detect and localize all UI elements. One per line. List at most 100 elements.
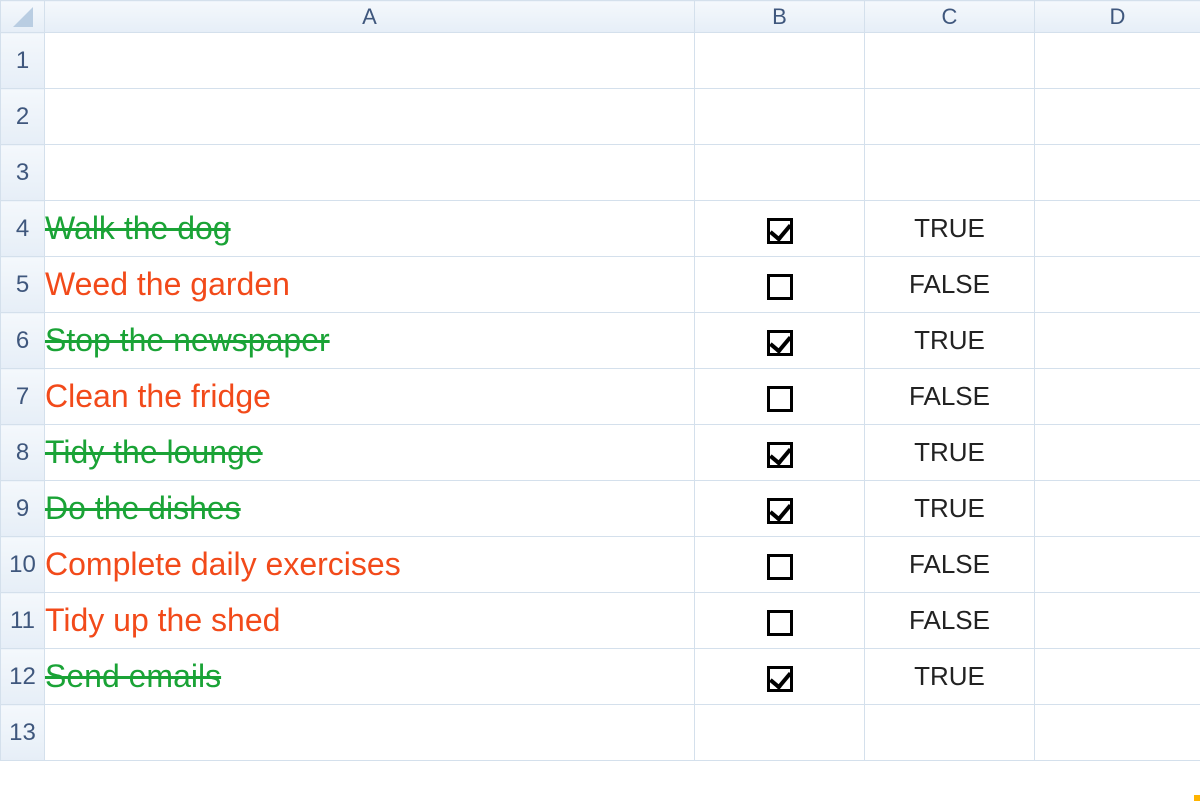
cell-D3[interactable]	[1035, 145, 1200, 201]
cell-A13[interactable]	[45, 705, 695, 761]
accent-corner	[1194, 795, 1200, 801]
cell-D2[interactable]	[1035, 89, 1200, 145]
linked-cell-value: FALSE	[909, 605, 990, 635]
cell-A4[interactable]: Walk the dog	[45, 201, 695, 257]
task-checkbox[interactable]	[767, 610, 793, 636]
cell-C4[interactable]: TRUE	[865, 201, 1035, 257]
cell-B12[interactable]	[695, 649, 865, 705]
task-checkbox[interactable]	[767, 498, 793, 524]
cell-A12[interactable]: Send emails	[45, 649, 695, 705]
task-checkbox[interactable]	[767, 386, 793, 412]
task-checkbox[interactable]	[767, 442, 793, 468]
task-checkbox[interactable]	[767, 666, 793, 692]
row-header-1[interactable]: 1	[1, 33, 45, 89]
cell-D6[interactable]	[1035, 313, 1200, 369]
cell-D11[interactable]	[1035, 593, 1200, 649]
cell-B8[interactable]	[695, 425, 865, 481]
cell-B10[interactable]	[695, 537, 865, 593]
row-2: 2	[1, 89, 1200, 145]
cell-A9[interactable]: Do the dishes	[45, 481, 695, 537]
spreadsheet-grid[interactable]: ABCD1234Walk the dogTRUE5Weed the garden…	[0, 0, 1200, 761]
cell-B1[interactable]	[695, 33, 865, 89]
row-header-4[interactable]: 4	[1, 201, 45, 257]
linked-cell-value: TRUE	[914, 437, 985, 467]
select-all-corner[interactable]	[1, 1, 45, 33]
task-text: Stop the newspaper	[45, 322, 330, 358]
cell-D8[interactable]	[1035, 425, 1200, 481]
cell-C5[interactable]: FALSE	[865, 257, 1035, 313]
cell-C9[interactable]: TRUE	[865, 481, 1035, 537]
cell-A1[interactable]	[45, 33, 695, 89]
task-checkbox[interactable]	[767, 554, 793, 580]
row-5: 5Weed the garden FALSE	[1, 257, 1200, 313]
cell-C3[interactable]	[865, 145, 1035, 201]
cell-D4[interactable]	[1035, 201, 1200, 257]
task-text: Do the dishes	[45, 490, 241, 526]
task-text: Weed the garden	[45, 266, 290, 302]
row-header-11[interactable]: 11	[1, 593, 45, 649]
row-9: 9Do the dishes TRUE	[1, 481, 1200, 537]
row-header-7[interactable]: 7	[1, 369, 45, 425]
cell-B5[interactable]	[695, 257, 865, 313]
task-checkbox[interactable]	[767, 274, 793, 300]
row-3: 3	[1, 145, 1200, 201]
cell-C1[interactable]	[865, 33, 1035, 89]
column-header-D[interactable]: D	[1035, 1, 1200, 33]
cell-B7[interactable]	[695, 369, 865, 425]
row-header-13[interactable]: 13	[1, 705, 45, 761]
cell-A3[interactable]	[45, 145, 695, 201]
cell-B3[interactable]	[695, 145, 865, 201]
cell-D7[interactable]	[1035, 369, 1200, 425]
cell-A7[interactable]: Clean the fridge	[45, 369, 695, 425]
column-header-A[interactable]: A	[45, 1, 695, 33]
row-4: 4Walk the dog TRUE	[1, 201, 1200, 257]
cell-C2[interactable]	[865, 89, 1035, 145]
cell-B4[interactable]	[695, 201, 865, 257]
task-text: Tidy the lounge	[45, 434, 263, 470]
cell-A10[interactable]: Complete daily exercises	[45, 537, 695, 593]
cell-C13[interactable]	[865, 705, 1035, 761]
cell-C7[interactable]: FALSE	[865, 369, 1035, 425]
cell-D12[interactable]	[1035, 649, 1200, 705]
cell-A6[interactable]: Stop the newspaper	[45, 313, 695, 369]
cell-D5[interactable]	[1035, 257, 1200, 313]
cell-B2[interactable]	[695, 89, 865, 145]
cell-D9[interactable]	[1035, 481, 1200, 537]
column-header-B[interactable]: B	[695, 1, 865, 33]
task-text: Complete daily exercises	[45, 546, 401, 582]
row-header-9[interactable]: 9	[1, 481, 45, 537]
cell-B13[interactable]	[695, 705, 865, 761]
cell-C11[interactable]: FALSE	[865, 593, 1035, 649]
row-header-10[interactable]: 10	[1, 537, 45, 593]
linked-cell-value: TRUE	[914, 493, 985, 523]
task-checkbox[interactable]	[767, 330, 793, 356]
task-text: Tidy up the shed	[45, 602, 280, 638]
row-header-12[interactable]: 12	[1, 649, 45, 705]
linked-cell-value: FALSE	[909, 549, 990, 579]
cell-D1[interactable]	[1035, 33, 1200, 89]
row-header-5[interactable]: 5	[1, 257, 45, 313]
row-header-3[interactable]: 3	[1, 145, 45, 201]
row-header-2[interactable]: 2	[1, 89, 45, 145]
cell-A8[interactable]: Tidy the lounge	[45, 425, 695, 481]
cell-B11[interactable]	[695, 593, 865, 649]
cell-A2[interactable]	[45, 89, 695, 145]
cell-C8[interactable]: TRUE	[865, 425, 1035, 481]
cell-A5[interactable]: Weed the garden	[45, 257, 695, 313]
cell-C12[interactable]: TRUE	[865, 649, 1035, 705]
row-8: 8Tidy the lounge TRUE	[1, 425, 1200, 481]
cell-D13[interactable]	[1035, 705, 1200, 761]
cell-C6[interactable]: TRUE	[865, 313, 1035, 369]
cell-C10[interactable]: FALSE	[865, 537, 1035, 593]
row-header-6[interactable]: 6	[1, 313, 45, 369]
row-header-8[interactable]: 8	[1, 425, 45, 481]
cell-D10[interactable]	[1035, 537, 1200, 593]
cell-A11[interactable]: Tidy up the shed	[45, 593, 695, 649]
cell-B6[interactable]	[695, 313, 865, 369]
task-text: Clean the fridge	[45, 378, 271, 414]
cell-B9[interactable]	[695, 481, 865, 537]
column-header-C[interactable]: C	[865, 1, 1035, 33]
task-text: Walk the dog	[45, 210, 231, 246]
task-checkbox[interactable]	[767, 218, 793, 244]
linked-cell-value: FALSE	[909, 269, 990, 299]
